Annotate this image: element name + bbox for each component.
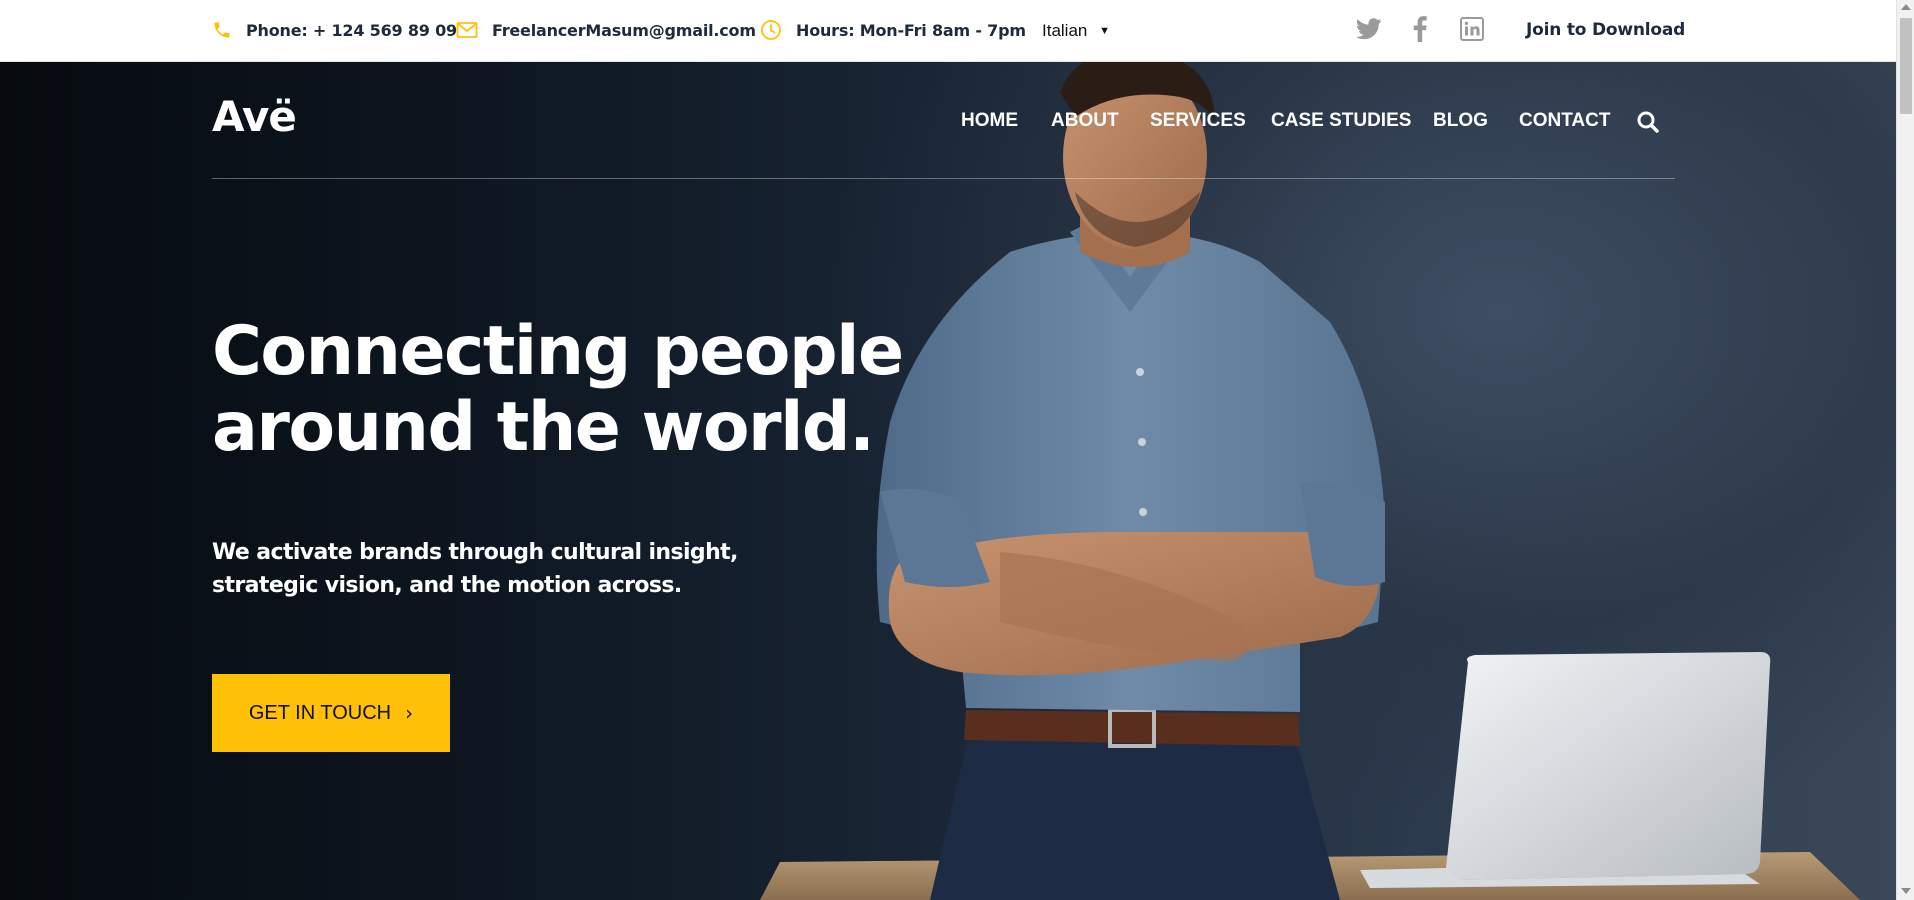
nav-services[interactable]: SERVICES	[1150, 110, 1246, 132]
site-logo[interactable]: Avë	[212, 92, 297, 141]
email-text: FreelancerMasum@gmail.com	[492, 20, 756, 40]
nav-contact[interactable]: CONTACT	[1519, 110, 1610, 132]
phone-contact[interactable]: Phone: + 124 569 89 09	[212, 0, 457, 60]
join-to-download-link[interactable]: Join to Download	[1526, 0, 1685, 60]
hero-title-line: Connecting people	[212, 312, 904, 391]
linkedin-icon	[1460, 16, 1484, 46]
email-contact[interactable]: FreelancerMasum@gmail.com	[456, 0, 756, 60]
chevron-down-icon: ▼	[1099, 25, 1110, 37]
nav-case-studies[interactable]: CASE STUDIES	[1271, 110, 1411, 132]
header-divider	[212, 178, 1675, 179]
hero-title-line: around the world.	[212, 388, 875, 467]
hero-subtitle-line: We activate brands through cultural insi…	[212, 540, 738, 565]
scroll-up-arrow-icon[interactable]	[1901, 4, 1911, 10]
cta-label: GET IN TOUCH	[248, 701, 392, 724]
hours-text: Hours: Mon-Fri 8am - 7pm	[796, 20, 1026, 40]
phone-icon	[212, 20, 232, 40]
hero-title: Connecting people around the world.	[212, 314, 932, 466]
nav-blog[interactable]: BLOG	[1433, 110, 1488, 132]
chevron-right-icon: ›	[405, 701, 414, 725]
facebook-link[interactable]	[1405, 15, 1435, 47]
language-value: Italian	[1042, 21, 1088, 40]
hero-section: Avë HOME ABOUT SERVICES CASE STUDIES BLO…	[0, 62, 1896, 900]
nav-about[interactable]: ABOUT	[1051, 110, 1119, 132]
top-bar: Phone: + 124 569 89 09 FreelancerMasum@g…	[0, 0, 1914, 62]
hours-info: Hours: Mon-Fri 8am - 7pm	[760, 0, 1026, 60]
clock-icon	[760, 19, 782, 41]
twitter-link[interactable]	[1354, 16, 1384, 46]
hero-subtitle-line: strategic vision, and the motion across.	[212, 573, 682, 598]
mail-icon	[456, 21, 478, 39]
facebook-icon	[1413, 15, 1427, 47]
scroll-down-arrow-icon[interactable]	[1901, 888, 1911, 894]
phone-text: Phone: + 124 569 89 09	[246, 20, 457, 40]
nav-home[interactable]: HOME	[961, 110, 1018, 132]
hero-photo	[760, 62, 1860, 900]
search-icon	[1636, 111, 1660, 138]
hero-subtitle: We activate brands through cultural insi…	[212, 536, 772, 602]
language-select[interactable]: Italian ▼	[1042, 18, 1114, 44]
get-in-touch-button[interactable]: GET IN TOUCH ›	[212, 674, 450, 752]
twitter-icon	[1355, 17, 1382, 45]
scrollbar-thumb[interactable]	[1900, 18, 1912, 114]
logo-text: Avë	[212, 92, 297, 141]
page-scrollbar[interactable]	[1896, 0, 1914, 900]
linkedin-link[interactable]	[1457, 16, 1487, 46]
search-button[interactable]	[1636, 110, 1660, 134]
